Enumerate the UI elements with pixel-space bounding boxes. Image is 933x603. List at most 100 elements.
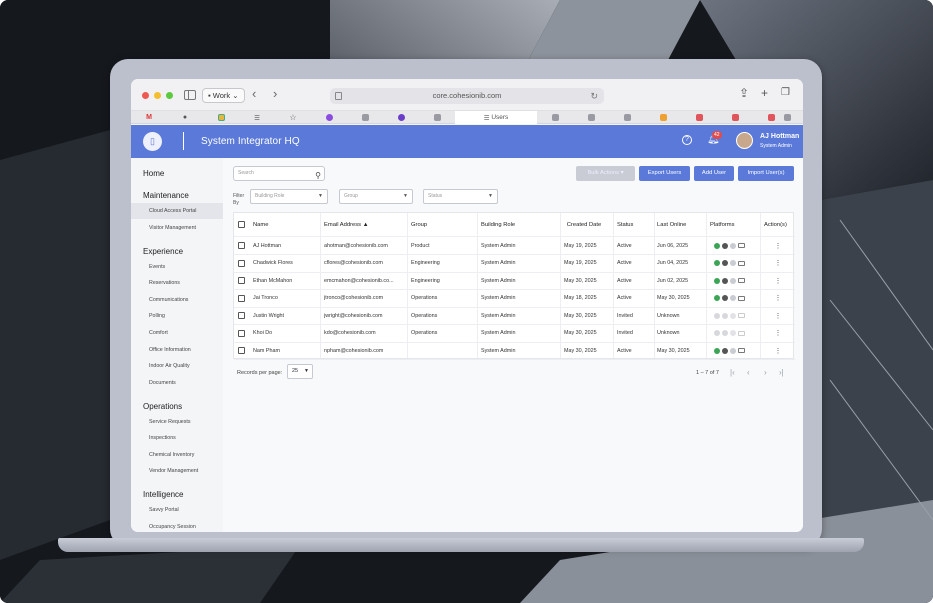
tab-app-a2[interactable]: [537, 111, 573, 124]
header-created-date[interactable]: Created Date: [564, 213, 604, 236]
sidebar-item-indoor-air-quality[interactable]: Indoor Air Quality: [149, 363, 190, 369]
profile-selector[interactable]: ▪ Work ⌄: [202, 88, 245, 103]
reload-icon[interactable]: ↻: [590, 88, 598, 104]
more-actions-icon[interactable]: ⋮: [764, 312, 792, 320]
tab-app-h[interactable]: [771, 111, 803, 124]
sidebar-item-office-information[interactable]: Office Information: [149, 347, 191, 353]
share-icon[interactable]: ⇪: [739, 86, 749, 100]
tab-gmail[interactable]: M: [131, 111, 167, 124]
sidebar-item-comfort[interactable]: Comfort: [149, 330, 168, 336]
back-icon[interactable]: ‹: [252, 86, 256, 101]
maximize-window-button[interactable]: [166, 92, 173, 99]
last-page-icon[interactable]: ›|: [779, 368, 784, 377]
new-tab-icon[interactable]: +: [761, 86, 768, 100]
tab-list[interactable]: ☰: [239, 111, 275, 124]
sidebar-item-inspections[interactable]: Inspections: [149, 435, 176, 441]
sidebar-item-service-requests[interactable]: Service Requests: [149, 419, 191, 425]
table-row[interactable]: Khoi Do kdo@cohesionib.com Operations Syste…: [234, 325, 795, 343]
building-role-filter[interactable]: Building Role ▼: [250, 189, 328, 204]
header-group[interactable]: Group: [411, 213, 471, 236]
sidebar-section-intelligence[interactable]: Intelligence: [143, 490, 183, 499]
tab-app-a[interactable]: [347, 111, 383, 124]
sidebar-item-vendor-management[interactable]: Vendor Management: [149, 468, 198, 474]
sidebar-item-reservations[interactable]: Reservations: [149, 280, 180, 286]
user-name[interactable]: AJ Hottman: [760, 133, 799, 140]
sidebar-item-occupancy-session[interactable]: Occupancy Session: [149, 524, 196, 530]
table-row[interactable]: AJ Hottman ahotman@cohesionib.com Product S…: [234, 237, 795, 255]
export-users-button[interactable]: Export Users: [639, 166, 690, 181]
sidebar-item-polling[interactable]: Polling: [149, 313, 165, 319]
row-checkbox[interactable]: [238, 312, 245, 319]
table-row[interactable]: Nam Pham npham@cohesionib.com System Admin…: [234, 342, 795, 360]
filter-by-label: Filter By: [233, 193, 245, 206]
first-page-icon[interactable]: |‹: [730, 368, 735, 377]
more-actions-icon[interactable]: ⋮: [764, 329, 792, 337]
import-users-button[interactable]: Import User(s): [738, 166, 794, 181]
header-status[interactable]: Status: [617, 213, 652, 236]
tab-app-m[interactable]: [419, 111, 455, 124]
sidebar-section-maintenance[interactable]: Maintenance: [143, 191, 189, 200]
sidebar-item-events[interactable]: Events: [149, 264, 165, 270]
previous-page-icon[interactable]: ‹: [747, 368, 750, 377]
status-filter[interactable]: Status ▼: [423, 189, 498, 204]
sidebar-item-communications[interactable]: Communications: [149, 297, 188, 303]
table-row[interactable]: Chadwick Flores cflores@cohesionib.com Eng…: [234, 255, 795, 273]
more-actions-icon[interactable]: ⋮: [764, 294, 792, 302]
sidebar-item-documents[interactable]: Documents: [149, 380, 176, 386]
more-actions-icon[interactable]: ⋮: [764, 259, 792, 267]
avatar[interactable]: [736, 132, 753, 149]
address-bar[interactable]: core.cohesionib.com ↻: [330, 88, 604, 104]
header-email[interactable]: Email Address ▲: [324, 213, 404, 236]
more-actions-icon[interactable]: ⋮: [764, 242, 792, 250]
tab-bookmark[interactable]: ☆: [275, 111, 311, 124]
sidebar-item-cloud-access-portal[interactable]: Cloud Access Portal: [149, 208, 196, 214]
select-all-checkbox[interactable]: [238, 221, 245, 228]
header-last-online[interactable]: Last Online: [657, 213, 702, 236]
minimize-window-button[interactable]: [154, 92, 161, 99]
sidebar-item-savvy-portal[interactable]: Savvy Portal: [149, 507, 179, 513]
sidebar-section-operations[interactable]: Operations: [143, 402, 182, 411]
search-icon[interactable]: ⚲: [315, 169, 321, 182]
tab-app-m2[interactable]: [573, 111, 609, 124]
help-icon[interactable]: ?: [682, 135, 692, 145]
sidebar-section-experience[interactable]: Experience: [143, 247, 183, 256]
tab-app-p2[interactable]: [383, 111, 419, 124]
bulk-actions-button[interactable]: Bulk Actions ▾: [576, 166, 635, 181]
records-per-page-select[interactable]: 25 ▼: [287, 364, 313, 379]
search-input[interactable]: Search ⚲: [233, 166, 325, 181]
row-checkbox[interactable]: [238, 329, 245, 337]
tab-app-red2[interactable]: [717, 111, 753, 124]
close-window-button[interactable]: [142, 92, 149, 99]
tab-app-m3[interactable]: [609, 111, 645, 124]
tab-board[interactable]: [203, 111, 239, 124]
sidebar-toggle-icon[interactable]: [184, 90, 196, 100]
sidebar-item-chemical-inventory[interactable]: Chemical Inventory: [149, 452, 194, 458]
header-name[interactable]: Name: [253, 213, 319, 236]
sidebar-item-visitor-management[interactable]: Visitor Management: [149, 225, 196, 231]
forward-icon[interactable]: ›: [273, 86, 277, 101]
tab-app-p[interactable]: [311, 111, 347, 124]
sidebar-home[interactable]: Home: [143, 169, 164, 178]
add-user-button[interactable]: Add User: [694, 166, 734, 181]
tab-app-x[interactable]: [645, 111, 681, 124]
table-row[interactable]: Justin Wright jwright@cohesionib.com Opera…: [234, 307, 795, 325]
tab-users[interactable]: ☰ Users: [455, 111, 537, 124]
browser-window: ▪ Work ⌄ ‹ › core.cohesionib.com ↻ ⇪ + ❐…: [131, 79, 803, 532]
row-checkbox[interactable]: [238, 277, 245, 284]
table-row[interactable]: Ethan McMahon emcmahon@cohesionib.co... En…: [234, 272, 795, 290]
app-logo[interactable]: ▯: [143, 132, 162, 151]
row-checkbox[interactable]: [238, 294, 245, 302]
row-select-cell: [238, 342, 248, 359]
tab-app-red1[interactable]: [681, 111, 717, 124]
next-page-icon[interactable]: ›: [764, 368, 767, 377]
tab-overview-icon[interactable]: ❐: [781, 87, 790, 98]
row-checkbox[interactable]: [238, 242, 245, 249]
tab-apple[interactable]: ●: [167, 111, 203, 124]
row-checkbox[interactable]: [238, 259, 245, 267]
group-filter[interactable]: Group ▼: [339, 189, 413, 204]
table-row[interactable]: Jai Tronco jtronco@cohesionib.com Operatio…: [234, 290, 795, 308]
header-building-role[interactable]: Building Role: [481, 213, 556, 236]
more-actions-icon[interactable]: ⋮: [764, 277, 792, 285]
row-checkbox[interactable]: [238, 347, 245, 354]
more-actions-icon[interactable]: ⋮: [764, 347, 792, 355]
